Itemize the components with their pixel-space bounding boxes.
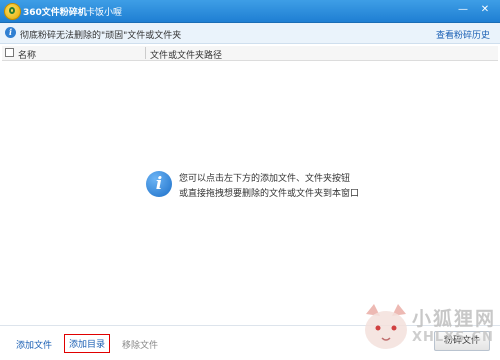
minimize-button[interactable]: — <box>455 2 471 18</box>
notice-text: 彻底粉碎无法删除的"顽固"文件或文件夹 <box>20 31 182 41</box>
remove-file-button[interactable]: 移除文件 <box>122 338 158 351</box>
add-directory-button[interactable]: 添加目录 <box>64 334 111 353</box>
title-bar: 360文件粉碎机 卡饭小喔 — ✕ <box>0 0 500 23</box>
view-history-link[interactable]: 查看粉碎历史 <box>436 28 490 41</box>
column-header-path[interactable]: 文件或文件夹路径 <box>150 48 222 61</box>
app-title: 360文件粉碎机 <box>23 8 87 18</box>
close-button[interactable]: ✕ <box>477 2 493 18</box>
add-file-button[interactable]: 添加文件 <box>16 338 52 351</box>
column-header-name[interactable]: 名称 <box>18 48 36 61</box>
crush-file-button[interactable]: 粉碎文件 <box>434 331 490 351</box>
table-header: 名称 文件或文件夹路径 <box>2 46 498 61</box>
empty-hint-line2: 或直接拖拽想要删除的文件或文件夹到本窗口 <box>179 189 360 199</box>
info-icon: i <box>5 27 16 38</box>
column-divider[interactable] <box>145 47 146 59</box>
title-link[interactable]: 卡饭小喔 <box>86 5 122 18</box>
notice-bar: i 彻底粉碎无法删除的"顽固"文件或文件夹 查看粉碎历史 <box>0 23 500 44</box>
app-logo-icon <box>4 3 21 20</box>
info-icon: i <box>146 171 172 197</box>
select-all-checkbox[interactable] <box>5 48 14 57</box>
empty-hint-line1: 您可以点击左下方的添加文件、文件夹按钮 <box>179 174 351 184</box>
